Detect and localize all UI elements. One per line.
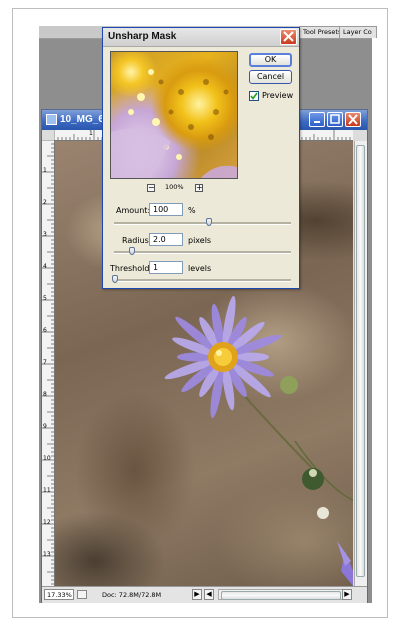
threshold-slider-thumb[interactable] — [112, 275, 118, 283]
close-icon — [283, 31, 294, 42]
ruler-label: 4 — [43, 263, 47, 270]
maximize-button[interactable] — [327, 112, 343, 127]
status-bar: 17.33% Doc: 72.8M/72.8M ▶ ◀ ▶ — [42, 586, 367, 603]
amount-slider-thumb[interactable] — [206, 218, 213, 226]
ruler-label: 8 — [43, 391, 47, 398]
preview-label: Preview — [262, 91, 294, 100]
dialog-title: Unsharp Mask — [108, 31, 177, 42]
vertical-scroll-thumb[interactable] — [356, 145, 365, 577]
document-close-button[interactable] — [345, 112, 361, 127]
left-ruler: 1 2 3 4 5 6 7 8 9 10 11 12 13 — [42, 139, 55, 586]
amount-label: Amount: — [116, 206, 151, 215]
ruler-label: 13 — [43, 551, 51, 558]
ruler-label: 1 — [89, 130, 93, 137]
document-icon — [46, 114, 57, 125]
preview-checkbox[interactable] — [249, 91, 259, 101]
minimize-icon — [314, 121, 320, 123]
status-menu-icon[interactable] — [77, 590, 87, 599]
preview-flower-closeup — [111, 69, 237, 178]
document-title: 10_MG_6 — [60, 114, 104, 125]
unsharp-mask-dialog: Unsharp Mask − 100% + OK Cancel Preview … — [102, 27, 300, 289]
maximize-icon — [330, 114, 340, 124]
ok-button[interactable]: OK — [249, 53, 292, 67]
threshold-field[interactable]: 1 — [149, 261, 183, 274]
radius-field[interactable]: 2.0 — [149, 233, 183, 246]
amount-unit: % — [188, 206, 196, 215]
close-icon — [348, 114, 358, 125]
ruler-label: 2 — [43, 199, 47, 206]
horizontal-scrollbar[interactable] — [218, 589, 352, 600]
threshold-unit: levels — [188, 264, 212, 273]
radius-unit: pixels — [188, 236, 212, 245]
ruler-label: 7 — [43, 359, 47, 366]
amount-slider-track[interactable] — [114, 222, 291, 225]
zoom-out-button[interactable]: − — [147, 184, 155, 192]
scroll-right-button[interactable]: ▶ — [342, 589, 352, 600]
scroll-left-button[interactable]: ◀ — [204, 589, 214, 600]
checkmark-icon — [250, 92, 258, 100]
ruler-label: 12 — [43, 519, 51, 526]
radius-label: Radius: — [122, 236, 152, 245]
threshold-slider-track[interactable] — [114, 279, 291, 282]
dialog-title-bar[interactable]: Unsharp Mask — [103, 28, 299, 47]
ruler-label: 6 — [43, 327, 47, 334]
ruler-label: 10 — [43, 455, 51, 462]
amount-field[interactable]: 100 — [149, 203, 183, 216]
filter-preview[interactable] — [110, 51, 238, 179]
ruler-label: 11 — [43, 487, 51, 494]
ruler-label: 5 — [43, 295, 47, 302]
horizontal-scroll-thumb[interactable] — [221, 591, 341, 600]
status-next-button[interactable]: ▶ — [192, 589, 202, 600]
cancel-button[interactable]: Cancel — [249, 70, 292, 84]
preview-zoom-level: 100% — [165, 183, 184, 191]
dialog-close-button[interactable] — [280, 29, 297, 45]
vertical-scrollbar[interactable] — [354, 141, 367, 586]
zoom-in-button[interactable]: + — [195, 184, 203, 192]
document-size: Doc: 72.8M/72.8M — [102, 591, 162, 599]
radius-slider-track[interactable] — [114, 251, 291, 254]
zoom-level-field[interactable]: 17.33% — [44, 589, 74, 600]
threshold-label: Threshold: — [110, 264, 153, 273]
minimize-button[interactable] — [309, 112, 325, 127]
ruler-label: 3 — [43, 231, 47, 238]
ruler-label: 1 — [43, 167, 47, 174]
ruler-label: 9 — [43, 423, 47, 430]
tab-layer-comps[interactable]: Layer Co — [339, 26, 377, 38]
